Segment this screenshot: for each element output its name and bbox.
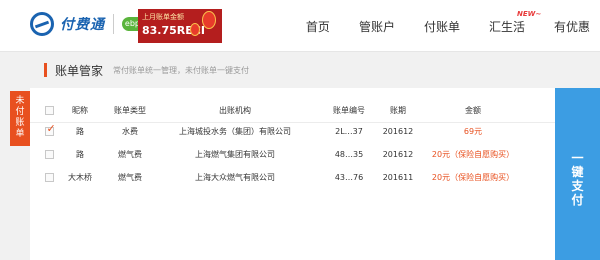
checkmark-icon: ✓ xyxy=(46,122,56,135)
row-bill-type: 水费 xyxy=(122,127,138,136)
row-amount: 69元 xyxy=(463,127,483,136)
header-nickname: 昵称 xyxy=(72,106,88,115)
page-description: 常付账单统一管理，未付账单一键支付 xyxy=(113,65,250,75)
lantern-icon xyxy=(202,11,216,29)
tab-char: 单 xyxy=(15,129,25,139)
new-badge: NEW~ xyxy=(516,10,542,18)
nav-life-label: 汇生活 xyxy=(488,20,525,34)
unpaid-bills-tab[interactable]: 未 付 账 单 xyxy=(10,91,30,146)
header-bill-type: 账单类型 xyxy=(114,106,146,115)
pay-char: 付 xyxy=(571,193,584,207)
one-click-pay-button[interactable]: 一 键 支 付 xyxy=(555,88,600,260)
row-bill-type: 燃气费 xyxy=(118,150,142,159)
select-all-checkbox[interactable] xyxy=(44,106,54,115)
row-check-cell xyxy=(44,167,54,189)
nav-home[interactable]: 首页 xyxy=(306,18,330,35)
row-bill-no: 2L…37 xyxy=(335,127,363,136)
header-period: 账期 xyxy=(390,106,406,115)
table-row[interactable]: 大木桥 燃气费 上海大众燃气有限公司 43…76 201611 20元（保险自愿… xyxy=(30,167,555,189)
logo-text: 付费通 xyxy=(60,17,105,33)
row-org: 上海燃气集团有限公司 xyxy=(195,150,275,159)
row-amount: 20元（保险自愿购买） xyxy=(431,173,515,182)
header-amount: 金额 xyxy=(465,106,481,115)
top-header: 付费通 ebpp 上月账单金额 83.75RECI 首页 管账户 付账单 汇生活… xyxy=(0,0,600,52)
brand-logo[interactable]: 付费通 ebpp xyxy=(30,12,148,36)
main-nav: 首页 管账户 付账单 汇生活 NEW~ 有优惠 xyxy=(306,10,590,35)
row-checkbox[interactable] xyxy=(44,173,54,182)
nav-pay-bills[interactable]: 付账单 xyxy=(424,18,460,35)
pay-char: 支 xyxy=(571,179,584,193)
nav-manage-accounts[interactable]: 管账户 xyxy=(359,18,395,35)
row-nickname: 路 xyxy=(76,127,84,136)
row-nickname: 路 xyxy=(76,150,84,159)
promo-banner[interactable]: 上月账单金额 83.75RECI xyxy=(138,9,222,43)
row-org: 上海城投水务（集团）有限公司 xyxy=(179,127,291,136)
pay-char: 一 xyxy=(571,151,584,165)
table-header-row: 昵称 账单类型 出账机构 账单编号 账期 金额 xyxy=(30,100,555,122)
row-checkbox[interactable]: ✓ xyxy=(44,123,56,136)
row-period: 201612 xyxy=(382,150,414,159)
page-title: 账单管家 xyxy=(55,63,104,78)
row-checkbox[interactable] xyxy=(44,150,54,159)
row-org: 上海大众燃气有限公司 xyxy=(195,173,275,182)
header-bill-no: 账单编号 xyxy=(333,106,365,115)
tab-char: 账 xyxy=(15,118,25,128)
nav-offers[interactable]: 有优惠 xyxy=(554,18,590,35)
row-check-cell xyxy=(44,144,54,166)
row-bill-type: 燃气费 xyxy=(118,173,142,182)
row-nickname: 大木桥 xyxy=(68,173,92,182)
table-row[interactable]: 路 燃气费 上海燃气集团有限公司 48…35 201612 20元（保险自愿购买… xyxy=(30,144,555,166)
row-period: 201612 xyxy=(382,127,414,136)
section-header: 账单管家 常付账单统一管理，未付账单一键支付 xyxy=(44,62,249,78)
tab-char: 未 xyxy=(15,96,25,106)
header-org: 出账机构 xyxy=(219,106,251,115)
nav-life[interactable]: 汇生活 NEW~ xyxy=(488,10,541,35)
row-period: 201611 xyxy=(382,173,414,182)
row-bill-no: 43…76 xyxy=(334,173,364,182)
table-row[interactable]: ✓ 路 水费 上海城投水务（集团）有限公司 2L…37 201612 69元 xyxy=(30,121,555,143)
pay-char: 键 xyxy=(571,165,584,179)
row-check-cell: ✓ xyxy=(44,121,56,143)
select-all-cell xyxy=(44,100,54,122)
tab-char: 付 xyxy=(15,107,25,117)
logo-divider xyxy=(113,14,114,34)
row-amount: 20元（保险自愿购买） xyxy=(431,150,515,159)
bills-table: 昵称 账单类型 出账机构 账单编号 账期 金额 ✓ 路 水费 上海城投水务（集团… xyxy=(30,88,555,260)
row-bill-no: 48…35 xyxy=(334,150,364,159)
banner-top-text: 上月账单金额 xyxy=(142,13,184,21)
logo-icon xyxy=(30,12,54,36)
title-accent-bar xyxy=(44,63,47,77)
lantern-icon xyxy=(190,23,200,36)
